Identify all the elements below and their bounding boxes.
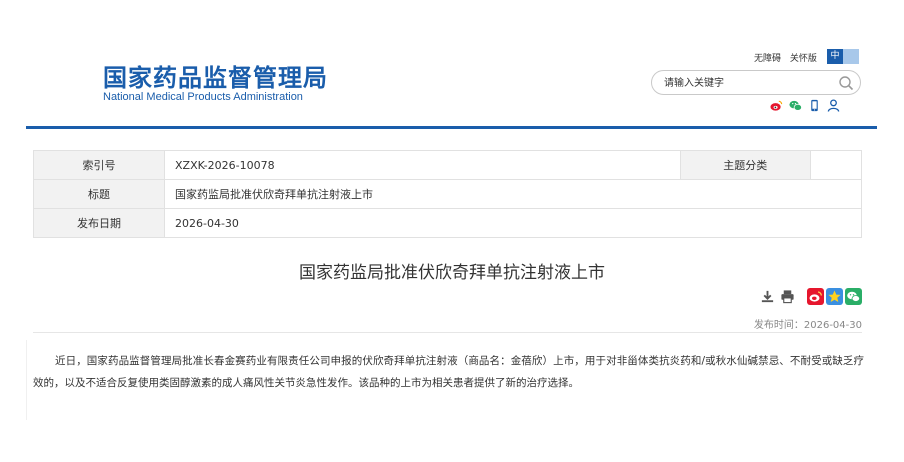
weibo-icon[interactable] (770, 99, 783, 112)
publish-time: 发布时间：2026-04-30 (753, 320, 862, 331)
weibo-icon[interactable] (807, 288, 824, 305)
article-share-icons (807, 288, 862, 305)
title-value: 国家药监局批准伏欣奇拜单抗注射液上市 (164, 179, 862, 209)
top-links: 无障碍 关怀版 (754, 51, 823, 64)
wechat-icon[interactable] (845, 288, 862, 305)
article-title: 国家药监局批准伏欣奇拜单抗注射液上市 (299, 263, 605, 283)
date-label: 发布日期 (33, 208, 165, 238)
mobile-icon[interactable] (808, 99, 821, 112)
topic-label: 主题分类 (679, 150, 811, 180)
article-body: 近日，国家药品监督管理局批准长春金赛药业有限责任公司申报的伏欣奇拜单抗注射液（商… (33, 355, 864, 389)
person-icon[interactable] (827, 99, 840, 112)
print-icon[interactable] (780, 289, 795, 304)
header-share-icons (770, 99, 840, 112)
table-row: 标题 国家药监局批准伏欣奇拜单抗注射液上市 (33, 179, 862, 209)
wechat-icon[interactable] (789, 99, 802, 112)
search-input[interactable] (664, 75, 834, 91)
language-switch: 中 (827, 49, 859, 64)
topic-value (809, 150, 863, 180)
index-value: XZXK-2026-10078 (164, 150, 681, 180)
accessibility-link[interactable]: 无障碍 (754, 54, 781, 64)
site-logo-en[interactable]: National Medical Products Administration (103, 91, 303, 103)
search-box (651, 70, 861, 95)
site-header: 国家药品监督管理局 National Medical Products Admi… (0, 0, 904, 128)
search-icon[interactable] (838, 75, 854, 91)
lang-en-button[interactable] (843, 49, 859, 64)
content-divider (33, 332, 862, 333)
table-row: 发布日期 2026-04-30 (33, 208, 862, 238)
download-icon[interactable] (760, 289, 775, 304)
header-divider (26, 126, 877, 129)
table-row: 索引号 XZXK-2026-10078 主题分类 (33, 150, 863, 180)
title-label: 标题 (33, 179, 165, 209)
metadata-table: 索引号 XZXK-2026-10078 主题分类 标题 国家药监局批准伏欣奇拜单… (33, 150, 863, 238)
lang-zh-button[interactable]: 中 (827, 49, 843, 64)
content-left-rule (26, 340, 27, 420)
article-tools (760, 289, 795, 304)
index-label: 索引号 (33, 150, 165, 180)
date-value: 2026-04-30 (164, 208, 862, 238)
qzone-icon[interactable] (826, 288, 843, 305)
care-mode-link[interactable]: 关怀版 (790, 54, 817, 64)
site-logo-cn[interactable]: 国家药品监督管理局 (103, 58, 328, 93)
